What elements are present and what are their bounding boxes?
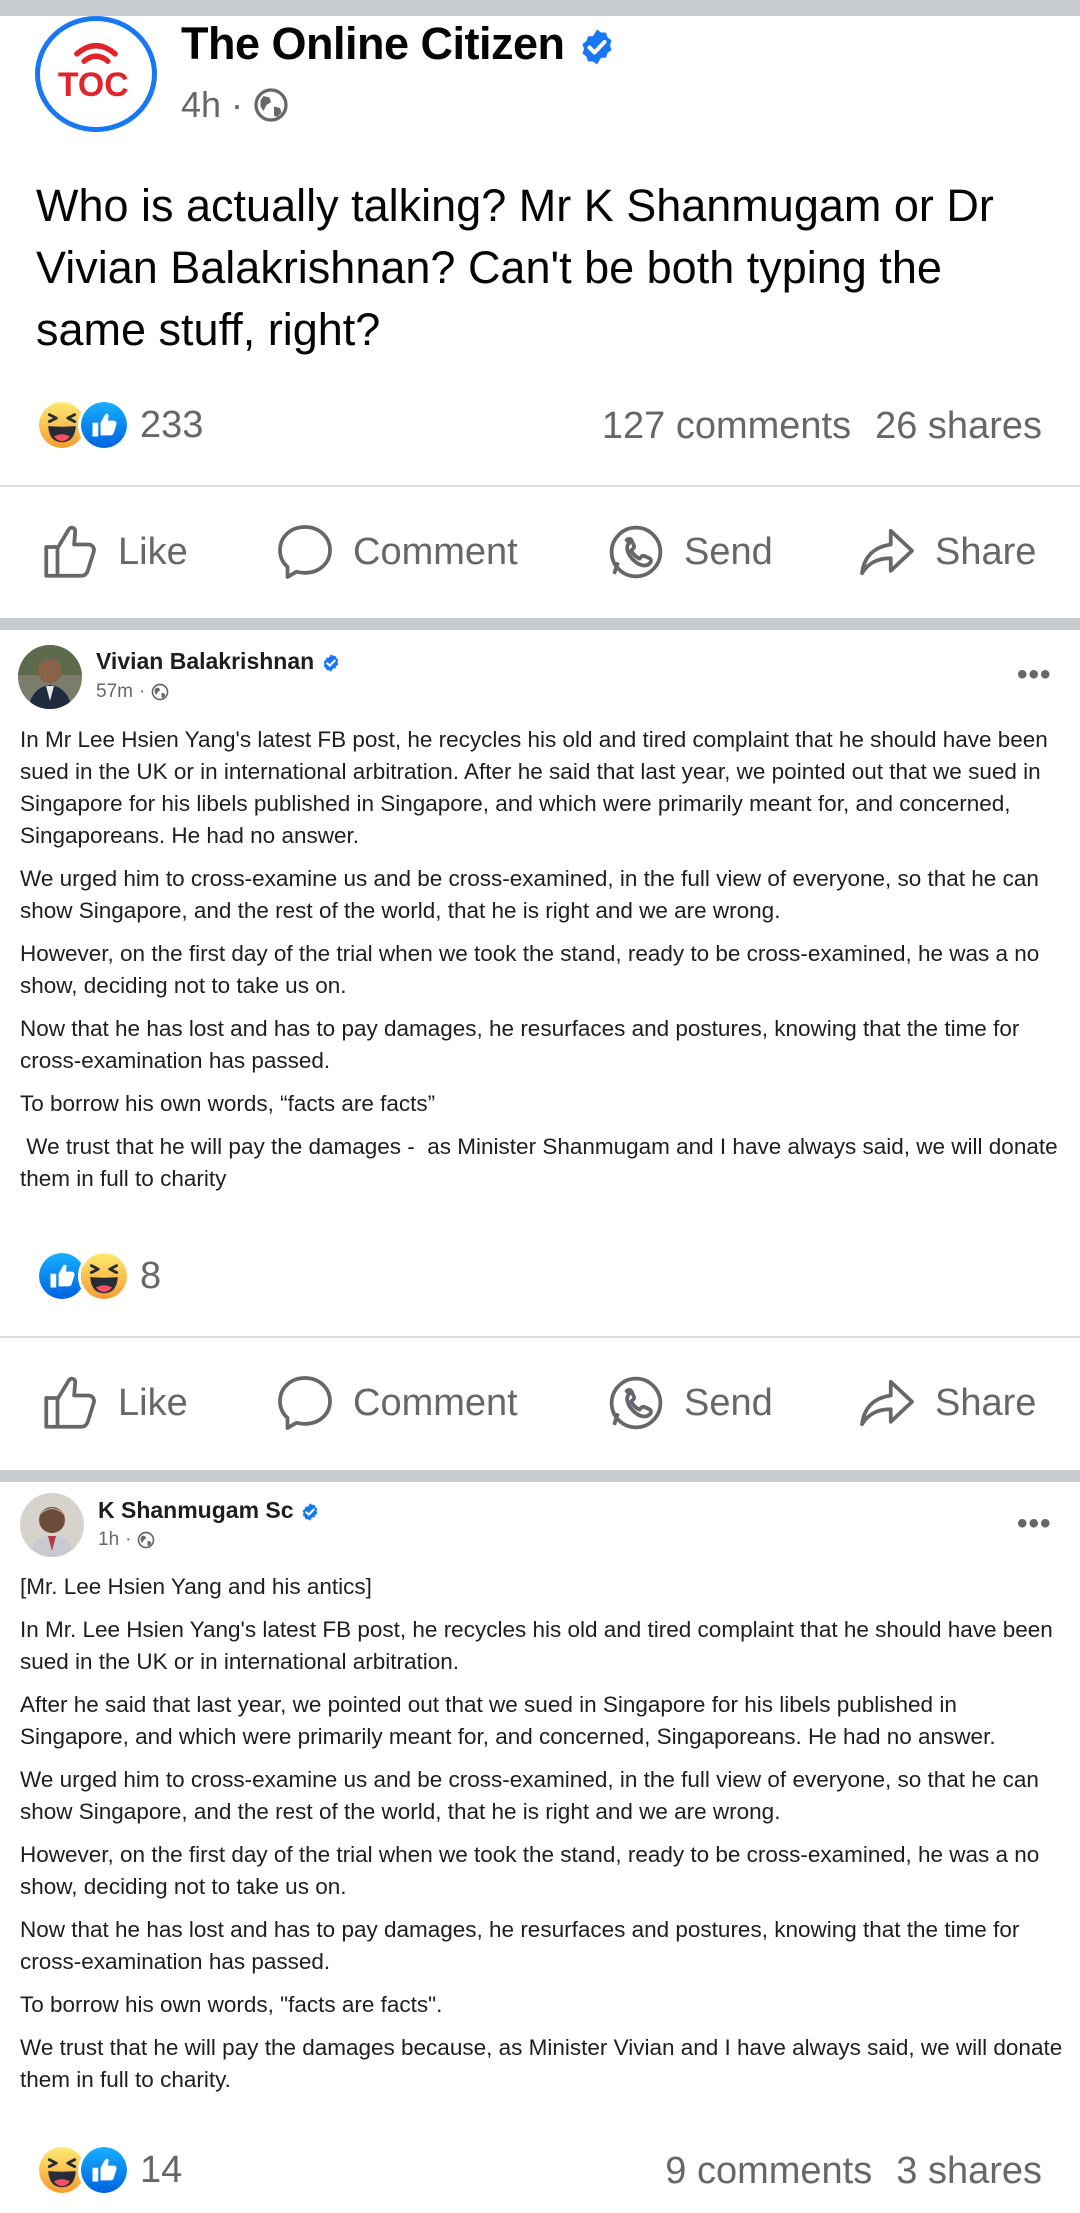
author-post-time: 1h	[98, 1529, 120, 1550]
paragraph: [Mr. Lee Hsien Yang and his antics]	[20, 1574, 372, 1599]
comment-button[interactable]: Comment	[275, 1363, 518, 1443]
page-name-row: The Online Citizen	[181, 18, 617, 70]
section-separator	[0, 618, 1080, 630]
post-time[interactable]: 4h	[181, 84, 221, 126]
comments-count[interactable]: 127 comments	[602, 405, 851, 447]
like-icon	[40, 1373, 100, 1433]
divider	[0, 485, 1080, 487]
author-name-row: Vivian Balakrishnan	[96, 648, 341, 675]
like-reaction-icon	[78, 399, 130, 451]
like-button[interactable]: Like	[40, 1363, 188, 1443]
verified-badge-icon	[300, 1502, 320, 1522]
shares-count[interactable]: 26 shares	[875, 405, 1042, 447]
top-separator	[0, 0, 1080, 16]
author-avatar-shanmugam[interactable]	[20, 1493, 84, 1557]
author-name[interactable]: K Shanmugam Sc	[98, 1497, 294, 1523]
post-meta: 4h ·	[181, 84, 289, 126]
share-label: Share	[935, 1381, 1037, 1424]
engagement-stats: 9 comments 3 shares	[665, 2150, 1042, 2193]
reaction-count: 14	[140, 2148, 183, 2191]
author-post-time: 57m	[96, 681, 133, 702]
send-label: Send	[684, 1381, 773, 1424]
meta-separator: ·	[231, 84, 244, 125]
engagement-stats: 127 comments 26 shares	[602, 405, 1042, 448]
avatar-photo	[20, 1493, 84, 1557]
shared-post-text: [Mr. Lee Hsien Yang and his antics] In M…	[20, 1571, 1065, 2107]
like-label: Like	[118, 530, 188, 573]
share-button[interactable]: Share	[857, 512, 1036, 592]
meta-separator: ·	[125, 1529, 132, 1550]
send-label: Send	[684, 530, 773, 573]
comment-label: Comment	[353, 1381, 518, 1424]
section-separator	[0, 1470, 1080, 1482]
verified-badge-icon	[577, 27, 617, 67]
page-avatar[interactable]: TOC	[35, 16, 157, 132]
like-reaction-icon	[78, 2144, 130, 2196]
paragraph: We urged him to cross-examine us and be …	[20, 1767, 1039, 1824]
avatar-photo	[18, 645, 82, 709]
globe-icon	[151, 683, 169, 701]
author-name[interactable]: Vivian Balakrishnan	[96, 648, 314, 674]
author-meta: 57m ·	[96, 681, 169, 703]
paragraph: To borrow his own words, "facts are fact…	[20, 1992, 443, 2017]
post-text: Who is actually talking? Mr K Shanmugam …	[36, 180, 994, 355]
comment-icon	[275, 1373, 335, 1433]
comment-button[interactable]: Comment	[275, 512, 518, 592]
toc-logo: TOC	[58, 42, 129, 104]
paragraph: Now that he has lost and has to pay dama…	[20, 1016, 1020, 1073]
action-bar: Like Comment Send Share	[0, 1363, 1080, 1443]
author-avatar-vivian[interactable]	[18, 645, 82, 709]
paragraph: We trust that he will pay the damages - …	[20, 1134, 1064, 1191]
share-icon	[857, 1373, 917, 1433]
paragraph: We urged him to cross-examine us and be …	[20, 866, 1039, 923]
paragraph: After he said that last year, we pointed…	[20, 1692, 996, 1749]
shared-post-text: In Mr Lee Hsien Yang's latest FB post, h…	[20, 724, 1065, 1206]
globe-icon	[253, 87, 289, 123]
send-icon	[606, 1373, 666, 1433]
comments-count[interactable]: 9 comments	[665, 2150, 872, 2192]
reaction-summary[interactable]: 8	[36, 1250, 161, 1302]
share-button[interactable]: Share	[857, 1363, 1036, 1443]
reaction-count: 8	[140, 1254, 162, 1297]
action-bar: Like Comment Send Share	[0, 512, 1080, 592]
author-meta: 1h ·	[98, 1529, 155, 1551]
verified-badge-icon	[321, 653, 341, 673]
globe-icon	[137, 1531, 155, 1549]
more-options-icon: •••	[1017, 1507, 1052, 1540]
paragraph: In Mr Lee Hsien Yang's latest FB post, h…	[20, 727, 1048, 848]
divider	[0, 1336, 1080, 1338]
send-icon	[606, 522, 666, 582]
paragraph: In Mr. Lee Hsien Yang's latest FB post, …	[20, 1617, 1053, 1674]
logo-text: TOC	[58, 66, 129, 104]
reaction-summary[interactable]: 14	[36, 2144, 182, 2196]
share-icon	[857, 522, 917, 582]
reaction-count: 233	[140, 403, 204, 446]
like-label: Like	[118, 1381, 188, 1424]
more-options-icon: •••	[1017, 658, 1052, 691]
send-button[interactable]: Send	[606, 512, 773, 592]
meta-separator: ·	[138, 681, 146, 702]
like-icon	[40, 522, 100, 582]
reaction-summary[interactable]: 233	[36, 399, 203, 451]
author-name-row: K Shanmugam Sc	[98, 1497, 320, 1524]
paragraph: However, on the first day of the trial w…	[20, 1842, 1040, 1899]
paragraph: To borrow his own words, “facts are fact…	[20, 1091, 436, 1116]
comment-icon	[275, 522, 335, 582]
paragraph: Now that he has lost and has to pay dama…	[20, 1917, 1020, 1974]
send-button[interactable]: Send	[606, 1363, 773, 1443]
like-button[interactable]: Like	[40, 512, 188, 592]
paragraph: We trust that he will pay the damages be…	[20, 2035, 1063, 2092]
share-label: Share	[935, 530, 1037, 573]
page-name[interactable]: The Online Citizen	[181, 18, 565, 69]
comment-label: Comment	[353, 530, 518, 573]
shares-count[interactable]: 3 shares	[896, 2150, 1042, 2192]
paragraph: However, on the first day of the trial w…	[20, 941, 1040, 998]
haha-reaction-icon	[78, 1250, 130, 1302]
